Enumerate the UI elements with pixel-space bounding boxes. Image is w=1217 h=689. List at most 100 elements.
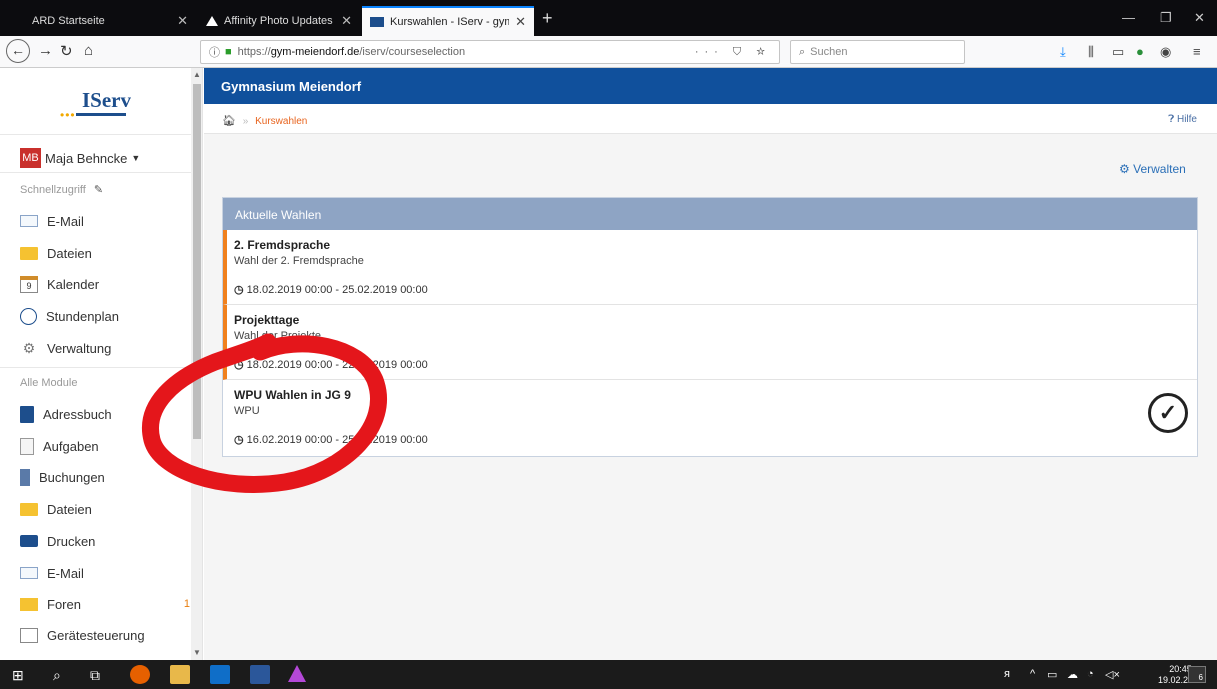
forum-icon: [20, 597, 38, 611]
election-subtitle: Wahl der 2. Fremdsprache: [234, 255, 364, 267]
people-icon[interactable]: ᴙ: [1004, 668, 1010, 680]
word-icon[interactable]: [250, 665, 270, 684]
sidebar-item-timetable[interactable]: Stundenplan: [20, 305, 190, 327]
election-title: 2. Fremdsprache: [234, 238, 331, 252]
affinity-photo-icon[interactable]: [288, 665, 306, 682]
outlook-icon[interactable]: [210, 665, 230, 684]
search-input[interactable]: ⌕ Suchen: [790, 40, 965, 64]
download-icon[interactable]: ⤓: [1060, 44, 1066, 60]
sidebar-item-forums[interactable]: Foren 1: [20, 593, 190, 615]
sidebar-item-label: Drucken: [47, 533, 96, 549]
restore-icon[interactable]: ❐: [1160, 10, 1172, 26]
home-icon[interactable]: ⌂: [84, 42, 93, 59]
extension-b-icon[interactable]: ◉: [1160, 44, 1171, 60]
avatar: MB: [20, 148, 41, 168]
page-actions-icons[interactable]: ··· ⛉ ☆: [695, 46, 771, 59]
pencil-icon[interactable]: ✎: [94, 184, 103, 196]
sidebar-item-label: Verwaltung: [47, 340, 112, 356]
manage-link[interactable]: ⚙ Verwalten: [1119, 162, 1186, 176]
scroll-up-icon[interactable]: ▲: [193, 70, 201, 79]
tab-kurswahlen[interactable]: Kurswahlen - IServ - gym-meie ✕: [362, 6, 534, 36]
sidebar-item-administration[interactable]: ⚙ Verwaltung: [20, 337, 190, 359]
sidebar-item-files-module[interactable]: Dateien: [20, 498, 190, 520]
printer-icon: [20, 535, 38, 547]
mail-icon: [20, 215, 38, 227]
url-bar[interactable]: ⓘ ■ https://gym-meiendorf.de/iserv/cours…: [200, 40, 780, 64]
device-control-icon: [20, 627, 38, 643]
sidebar-scrollbar-thumb[interactable]: [193, 84, 201, 439]
calendar-icon: 9: [20, 275, 38, 293]
affinity-triangle-icon: [206, 16, 218, 26]
gear-icon: ⚙: [1119, 162, 1130, 176]
firefox-icon[interactable]: [130, 665, 150, 684]
election-date: ◷ 18.02.2019 00:00 - 25.02.2019 00:00: [234, 284, 428, 296]
sidebar-item-email-module[interactable]: E-Mail: [20, 562, 190, 584]
close-icon[interactable]: ✕: [177, 13, 188, 29]
new-tab-button[interactable]: +: [542, 8, 553, 29]
home-icon[interactable]: 🏠︎: [222, 115, 236, 127]
tab-affinity[interactable]: Affinity Photo Updates ✕: [198, 8, 360, 34]
sidebar-item-addressbook[interactable]: Adressbuch: [20, 403, 190, 425]
lock-icon: ■: [225, 46, 232, 58]
sidebar-item-tasks[interactable]: Aufgaben: [20, 435, 190, 457]
close-icon[interactable]: ✕: [515, 14, 526, 30]
task-view-icon[interactable]: ⧉: [90, 667, 100, 684]
search-icon[interactable]: ⌕: [53, 667, 61, 684]
sidebar-item-label: E-Mail: [47, 565, 84, 581]
tab-label: ARD Startseite: [32, 15, 105, 27]
sidebar-item-print[interactable]: Drucken: [20, 530, 190, 552]
logo-dots: •••: [60, 108, 76, 122]
notification-center-icon[interactable]: 6: [1188, 666, 1206, 683]
sidebar-toggle-icon[interactable]: ▭: [1112, 44, 1124, 60]
sidebar-item-files[interactable]: Dateien: [20, 242, 190, 264]
info-icon[interactable]: ⓘ: [209, 44, 220, 60]
chevron-up-icon[interactable]: ^: [1030, 668, 1035, 680]
extension-icon[interactable]: ●: [1136, 44, 1144, 59]
election-date: ◷ 16.02.2019 00:00 - 25.02.2019 00:00: [234, 434, 428, 446]
minimize-icon[interactable]: —: [1122, 10, 1135, 25]
clock-icon: ◷: [234, 434, 244, 446]
current-elections-panel: Aktuelle Wahlen 2. Fremdsprache Wahl der…: [222, 197, 1198, 457]
volume-icon[interactable]: ◁×: [1105, 668, 1120, 681]
folder-icon: [20, 502, 38, 516]
panel-title: Aktuelle Wahlen: [223, 198, 1197, 230]
folder-icon: [20, 246, 38, 260]
sidebar-item-label: Dateien: [47, 245, 92, 261]
election-row[interactable]: 2. Fremdsprache Wahl der 2. Fremdsprache…: [223, 230, 1197, 305]
election-date: ◷ 18.02.2019 00:00 - 22.02.2019 00:00: [234, 359, 428, 371]
sidebar-item-label: E-Mail: [47, 213, 84, 229]
back-button[interactable]: ←: [6, 39, 30, 63]
wifi-icon[interactable]: ◔: [1087, 668, 1094, 680]
file-explorer-icon[interactable]: [170, 665, 190, 684]
clock-icon: ◷: [234, 359, 244, 371]
iserv-favicon-icon: [370, 17, 384, 27]
sidebar-item-calendar[interactable]: 9 Kalender: [20, 273, 190, 295]
sidebar-item-device-control[interactable]: Gerätesteuerung: [20, 624, 190, 646]
tab-label: Affinity Photo Updates: [224, 15, 333, 27]
menu-icon[interactable]: ≡: [1193, 44, 1201, 59]
reload-icon[interactable]: ↻: [60, 42, 73, 60]
sidebar-item-bookings[interactable]: Buchungen: [20, 466, 190, 488]
close-icon[interactable]: ✕: [341, 13, 352, 29]
help-link[interactable]: ❓︎ Hilfe: [1168, 114, 1197, 125]
breadcrumb-separator: »: [242, 116, 249, 127]
scroll-down-icon[interactable]: ▼: [193, 648, 201, 657]
iserv-logo[interactable]: IServ: [82, 88, 131, 113]
booking-icon: [20, 468, 30, 486]
library-icon[interactable]: ⫼: [1088, 44, 1094, 60]
forward-button[interactable]: →: [38, 42, 53, 59]
breadcrumb-link[interactable]: Kurswahlen: [255, 116, 307, 127]
sidebar-item-email[interactable]: E-Mail: [20, 210, 190, 232]
caret-down-icon: ▼: [131, 153, 141, 163]
election-row[interactable]: Projekttage Wahl der Projekte ◷ 18.02.20…: [223, 305, 1197, 380]
cloud-icon[interactable]: ☁: [1067, 668, 1078, 681]
close-window-icon[interactable]: ✕: [1194, 10, 1205, 26]
tab-ard[interactable]: ARD Startseite ✕: [24, 8, 196, 34]
windows-start-icon[interactable]: ⊞: [12, 667, 24, 684]
election-title: Projekttage: [234, 313, 300, 327]
divider: [0, 367, 191, 368]
battery-icon[interactable]: ▭: [1047, 668, 1057, 681]
help-icon: ❓︎: [1168, 114, 1175, 125]
user-menu[interactable]: MB Maja Behncke ▼: [20, 148, 140, 168]
election-row[interactable]: WPU Wahlen in JG 9 WPU ◷ 16.02.2019 00:0…: [223, 380, 1197, 455]
